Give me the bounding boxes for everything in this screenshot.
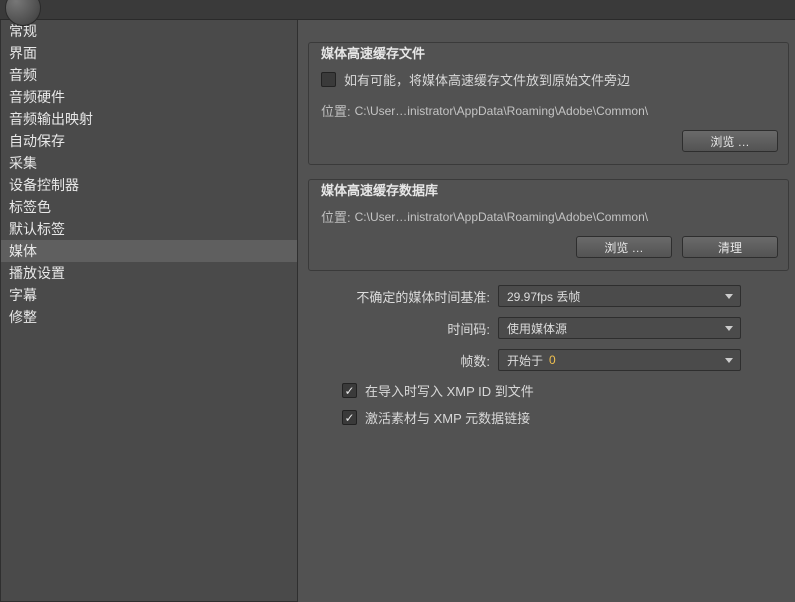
media-cache-db-group: 媒体高速缓存数据库 位置: C:\User…inistrator\AppData…	[308, 179, 789, 271]
sidebar-item[interactable]: 音频硬件	[1, 86, 297, 108]
location-row: 位置: C:\User…inistrator\AppData\Roaming\A…	[321, 101, 778, 120]
browse-cache-files-button[interactable]: 浏览 …	[682, 130, 778, 152]
media-cache-files-group: 媒体高速缓存文件 如有可能，将媒体高速缓存文件放到原始文件旁边 位置: C:\U…	[308, 42, 789, 165]
frames-value: 0	[549, 353, 556, 367]
checkbox-label: 激活素材与 XMP 元数据链接	[365, 408, 530, 427]
checkbox-label: 如有可能，将媒体高速缓存文件放到原始文件旁边	[344, 70, 630, 89]
sidebar-item[interactable]: 采集	[1, 152, 297, 174]
button-row: 浏览 … 清理	[321, 236, 778, 258]
sidebar-item[interactable]: 自动保存	[1, 130, 297, 152]
timecode-label: 时间码:	[308, 319, 490, 338]
sidebar-item[interactable]: 修整	[1, 306, 297, 328]
sidebar-item[interactable]: 默认标签	[1, 218, 297, 240]
sidebar-item[interactable]: 音频输出映射	[1, 108, 297, 130]
location-row: 位置: C:\User…inistrator\AppData\Roaming\A…	[321, 207, 778, 226]
save-next-to-originals-checkbox[interactable]	[321, 72, 336, 87]
title-bar	[0, 0, 795, 20]
sidebar-item[interactable]: 标签色	[1, 196, 297, 218]
sidebar-item[interactable]: 常规	[1, 20, 297, 42]
checkbox-label: 在导入时写入 XMP ID 到文件	[365, 381, 534, 400]
timebase-row: 不确定的媒体时间基准: 29.97fps 丢帧	[308, 285, 795, 307]
xmp-write-row: 在导入时写入 XMP ID 到文件	[342, 381, 795, 400]
save-next-to-originals-row: 如有可能，将媒体高速缓存文件放到原始文件旁边	[321, 70, 778, 89]
xmp-link-checkbox[interactable]	[342, 410, 357, 425]
sidebar-item[interactable]: 媒体	[1, 240, 297, 262]
main-container: 常规界面音频音频硬件音频输出映射自动保存采集设备控制器标签色默认标签媒体播放设置…	[0, 20, 795, 602]
xmp-write-checkbox[interactable]	[342, 383, 357, 398]
browse-cache-db-button[interactable]: 浏览 …	[576, 236, 672, 258]
timebase-label: 不确定的媒体时间基准:	[308, 287, 490, 306]
timecode-row: 时间码: 使用媒体源	[308, 317, 795, 339]
select-value: 29.97fps 丢帧	[507, 288, 580, 305]
cache-db-path: C:\User…inistrator\AppData\Roaming\Adobe…	[355, 210, 648, 224]
xmp-link-row: 激活素材与 XMP 元数据链接	[342, 408, 795, 427]
location-label: 位置:	[321, 101, 351, 120]
select-value: 使用媒体源	[507, 320, 567, 337]
category-sidebar: 常规界面音频音频硬件音频输出映射自动保存采集设备控制器标签色默认标签媒体播放设置…	[0, 20, 298, 602]
frames-label: 帧数:	[308, 351, 490, 370]
sidebar-item[interactable]: 字幕	[1, 284, 297, 306]
sidebar-item[interactable]: 设备控制器	[1, 174, 297, 196]
group-title: 媒体高速缓存文件	[321, 43, 778, 62]
sidebar-item[interactable]: 界面	[1, 42, 297, 64]
timecode-select[interactable]: 使用媒体源	[498, 317, 741, 339]
button-row: 浏览 …	[321, 130, 778, 152]
sidebar-item[interactable]: 播放设置	[1, 262, 297, 284]
sidebar-item[interactable]: 音频	[1, 64, 297, 86]
frames-row: 帧数: 开始于 0	[308, 349, 795, 371]
location-label: 位置:	[321, 207, 351, 226]
cache-files-path: C:\User…inistrator\AppData\Roaming\Adobe…	[355, 104, 648, 118]
select-prefix: 开始于	[507, 352, 543, 369]
clean-cache-db-button[interactable]: 清理	[682, 236, 778, 258]
frames-select[interactable]: 开始于 0	[498, 349, 741, 371]
media-preferences-panel: 媒体高速缓存文件 如有可能，将媒体高速缓存文件放到原始文件旁边 位置: C:\U…	[298, 20, 795, 602]
group-title: 媒体高速缓存数据库	[321, 180, 778, 199]
timebase-select[interactable]: 29.97fps 丢帧	[498, 285, 741, 307]
